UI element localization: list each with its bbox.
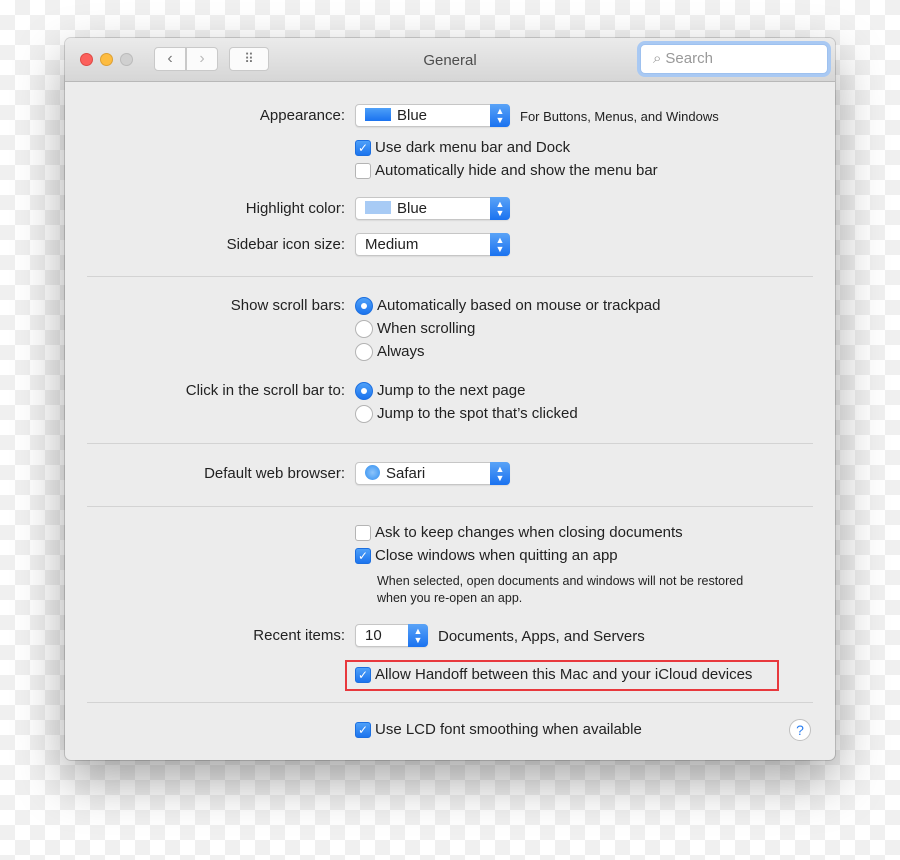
divider bbox=[87, 443, 813, 444]
scroll-auto-radio[interactable] bbox=[355, 297, 373, 315]
handoff-label: Allow Handoff between this Mac and your … bbox=[375, 666, 753, 683]
browser-popup[interactable]: Safari ▲ ▼ bbox=[355, 462, 510, 485]
ask-keep-label: Ask to keep changes when closing documen… bbox=[375, 524, 683, 541]
lcd-label: Use LCD font smoothing when available bbox=[375, 721, 642, 738]
stepper-arrows-icon: ▲ ▼ bbox=[408, 624, 428, 647]
safari-icon bbox=[365, 465, 380, 480]
close-windows-checkbox[interactable]: ✓ bbox=[355, 548, 371, 564]
divider bbox=[87, 506, 813, 507]
scroll-when-scrolling-label: When scrolling bbox=[377, 320, 476, 337]
recent-items-suffix: Documents, Apps, and Servers bbox=[438, 628, 645, 645]
auto-hide-label: Automatically hide and show the menu bar bbox=[375, 162, 658, 179]
highlight-label: Highlight color: bbox=[245, 200, 345, 217]
close-windows-note-1: When selected, open documents and window… bbox=[377, 574, 744, 588]
recent-items-popup[interactable]: 10 ▲ ▼ bbox=[355, 624, 428, 647]
recent-items-label: Recent items: bbox=[253, 627, 345, 644]
handoff-checkbox[interactable]: ✓ bbox=[355, 667, 371, 683]
appearance-label: Appearance: bbox=[259, 107, 345, 124]
appearance-popup[interactable]: Blue ▲ ▼ bbox=[355, 104, 510, 127]
scroll-always-radio[interactable] bbox=[355, 343, 373, 361]
close-windows-label: Close windows when quitting an app bbox=[375, 547, 618, 564]
blue-swatch-icon bbox=[365, 108, 391, 121]
sidebar-size-label: Sidebar icon size: bbox=[226, 236, 345, 253]
light-blue-swatch-icon bbox=[365, 201, 391, 214]
sidebar-size-value: Medium bbox=[365, 236, 419, 253]
stepper-arrows-icon: ▲ ▼ bbox=[490, 104, 510, 127]
highlight-value: Blue bbox=[397, 200, 428, 217]
jump-next-page-label: Jump to the next page bbox=[377, 382, 526, 399]
lcd-checkbox[interactable]: ✓ bbox=[355, 722, 371, 738]
jump-spot-radio[interactable] bbox=[355, 405, 373, 423]
stepper-arrows-icon: ▲ ▼ bbox=[490, 233, 510, 256]
recent-items-value: 10 bbox=[365, 627, 382, 644]
browser-label: Default web browser: bbox=[204, 465, 345, 482]
highlight-popup[interactable]: Blue ▲ ▼ bbox=[355, 197, 510, 220]
click-scroll-label: Click in the scroll bar to: bbox=[185, 382, 345, 399]
appearance-note: For Buttons, Menus, and Windows bbox=[520, 109, 719, 124]
dark-menu-label: Use dark menu bar and Dock bbox=[375, 139, 571, 156]
jump-next-page-radio[interactable] bbox=[355, 382, 373, 400]
jump-spot-label: Jump to the spot that’s clicked bbox=[377, 405, 578, 422]
sidebar-size-popup[interactable]: Medium ▲ ▼ bbox=[355, 233, 510, 256]
dark-menu-checkbox[interactable]: ✓ bbox=[355, 140, 371, 156]
help-button[interactable]: ? bbox=[789, 719, 811, 741]
browser-value: Safari bbox=[386, 465, 426, 482]
divider bbox=[87, 276, 813, 277]
search-input[interactable]: ⌕ Search bbox=[640, 44, 828, 74]
stepper-arrows-icon: ▲ ▼ bbox=[490, 462, 510, 485]
scroll-always-label: Always bbox=[377, 343, 425, 360]
auto-hide-checkbox[interactable] bbox=[355, 163, 371, 179]
search-placeholder: Search bbox=[665, 50, 713, 67]
scroll-bars-label: Show scroll bars: bbox=[230, 297, 345, 314]
stepper-arrows-icon: ▲ ▼ bbox=[490, 197, 510, 220]
scroll-auto-label: Automatically based on mouse or trackpad bbox=[377, 297, 661, 314]
search-icon: ⌕ bbox=[653, 50, 662, 67]
close-windows-note-2: when you re-open an app. bbox=[377, 591, 523, 605]
ask-keep-checkbox[interactable] bbox=[355, 525, 371, 541]
title-bar: ‹ › ⠿ General ⌕ Search bbox=[65, 38, 835, 82]
appearance-value: Blue bbox=[397, 107, 428, 124]
preferences-window: ‹ › ⠿ General ⌕ Search Appearance: Blue ▲ ▼… bbox=[65, 38, 835, 760]
scroll-when-scrolling-radio[interactable] bbox=[355, 320, 373, 338]
divider bbox=[87, 702, 813, 703]
